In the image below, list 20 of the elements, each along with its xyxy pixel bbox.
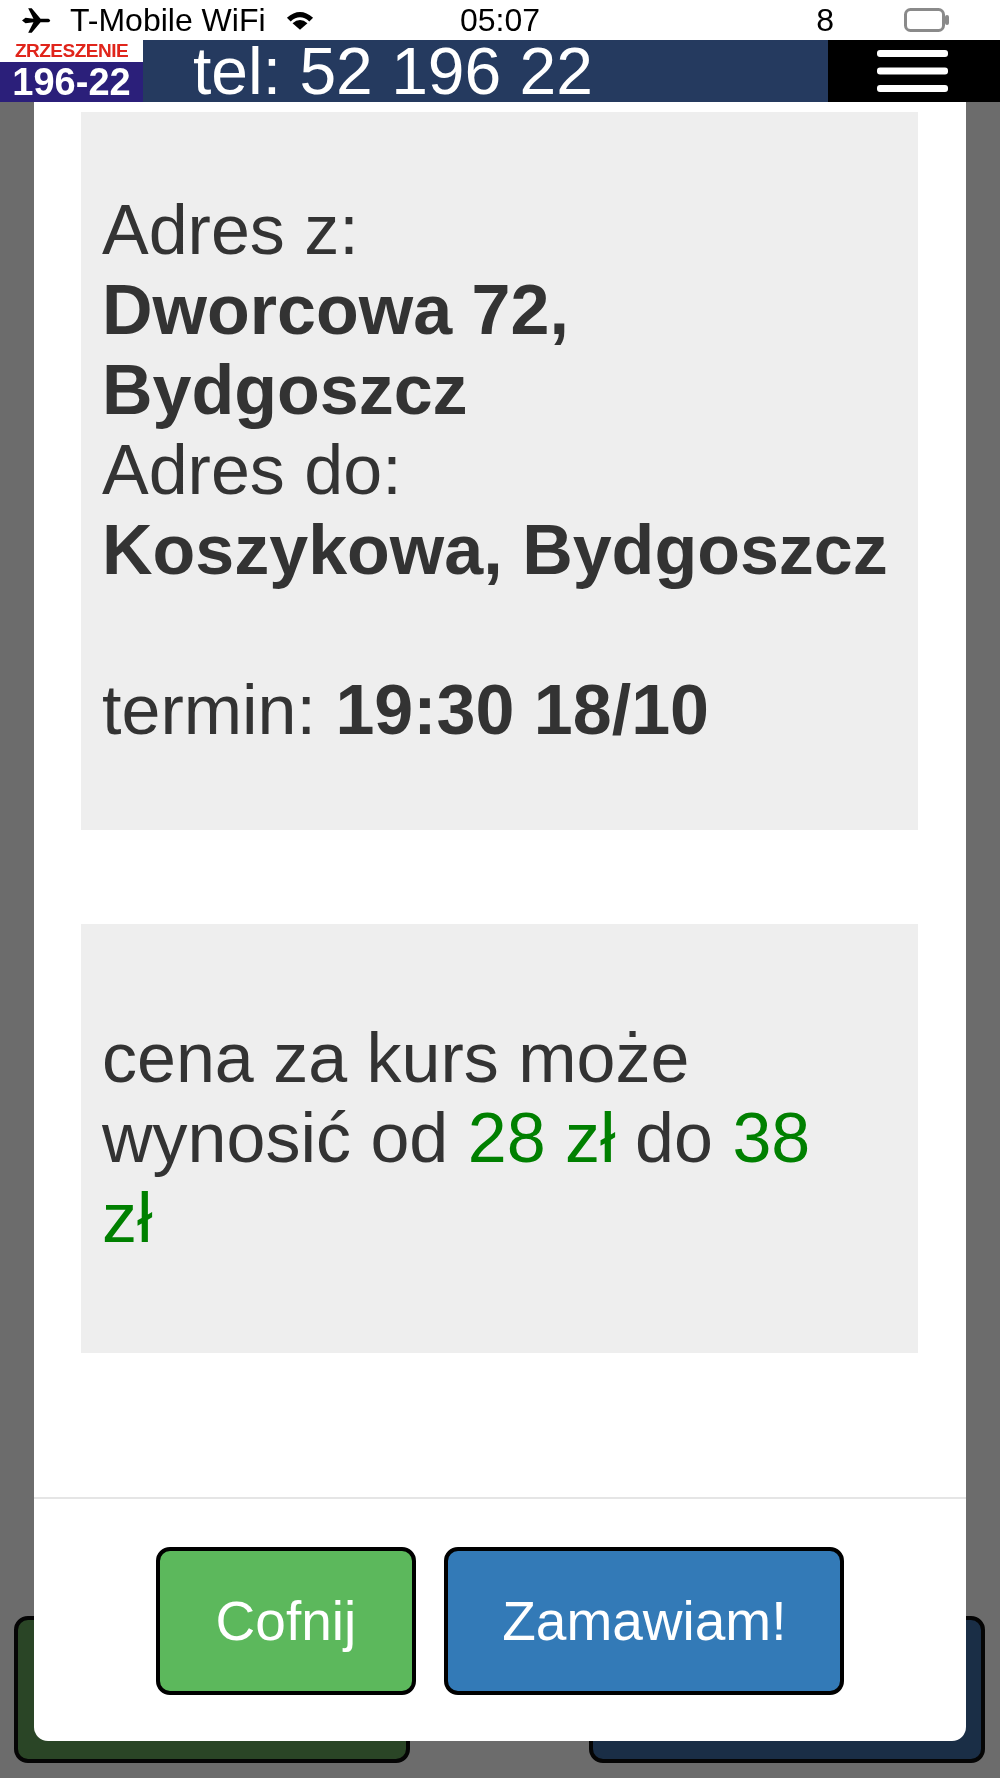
logo-text: ZRZESZENIE [13, 40, 130, 62]
airplane-icon [22, 7, 52, 33]
from-label: Adres z: [102, 190, 360, 270]
pickup-time: termin: 19:30 18/10 [102, 670, 711, 750]
wifi-icon [285, 10, 314, 30]
order-button[interactable]: Zamawiam! [444, 1547, 845, 1695]
status-time: 05:07 [459, 2, 541, 38]
menu-button[interactable] [828, 40, 1000, 102]
logo-number: 196-22 [0, 62, 143, 102]
carrier-name: T-Mobile WiFi [70, 2, 266, 38]
phone-number: tel: 52 196 22 [193, 40, 593, 102]
from-address: Dworcowa 72, Bydgoszcz [102, 270, 570, 430]
menu-icon [877, 50, 948, 92]
battery-percentage: 8 [816, 2, 834, 38]
price-range-text: cena za kurs może wynosić od 28 zł do 38 zł [102, 1018, 812, 1258]
back-button[interactable]: Cofnij [155, 1547, 417, 1695]
to-label: Adres do: [102, 430, 403, 510]
to-address: Koszykowa, Bydgoszcz [102, 510, 889, 590]
battery-icon [904, 8, 950, 32]
logo[interactable]: ZRZESZENIE 196-22 [0, 40, 143, 102]
